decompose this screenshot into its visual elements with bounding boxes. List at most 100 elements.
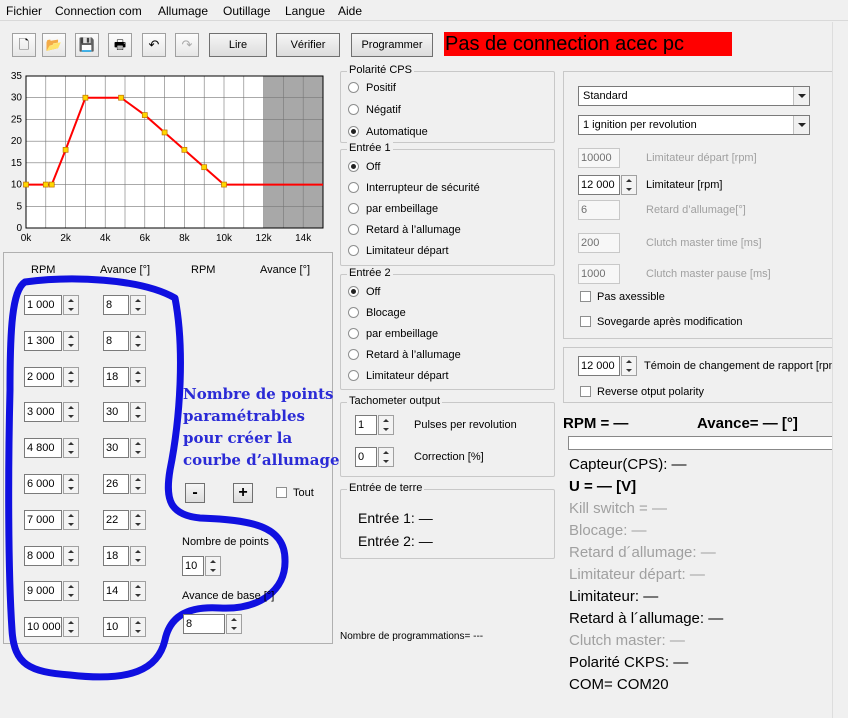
save-icon[interactable]: 💾	[75, 33, 99, 57]
radio-button[interactable]	[348, 126, 359, 137]
entree2-option[interactable]: Limitateur départ	[348, 370, 449, 382]
entree2-option[interactable]: Retard à l’allumage	[348, 349, 461, 361]
shift-value[interactable]: 12 000	[578, 356, 620, 376]
radio-button[interactable]	[348, 182, 359, 193]
stepper-arrows[interactable]	[378, 447, 394, 467]
radio-button[interactable]	[348, 307, 359, 318]
entree1-option[interactable]: par embeillage	[348, 203, 438, 215]
live-polarite-ckps: Polarité CKPS: —	[569, 654, 689, 671]
radio-button[interactable]	[348, 245, 359, 256]
radio-button[interactable]	[348, 328, 359, 339]
stepper-arrows[interactable]	[226, 614, 242, 634]
y-tick-label: 30	[11, 93, 23, 104]
radio-button[interactable]	[348, 82, 359, 93]
entree2-option-label: Retard à l’allumage	[366, 349, 461, 361]
polarite-option[interactable]: Positif	[348, 82, 396, 94]
entree2-option[interactable]: Blocage	[348, 307, 406, 319]
radio-button[interactable]	[348, 161, 359, 172]
entree1-option-label: Limitateur départ	[366, 245, 449, 257]
open-folder-icon[interactable]: 📂	[42, 33, 66, 57]
x-tick-label: 12k	[256, 233, 273, 244]
y-tick-label: 15	[11, 158, 23, 169]
ignition-select[interactable]: 1 ignition per revolution	[578, 115, 810, 135]
entree2-option[interactable]: Off	[348, 286, 380, 298]
menu-connection-com[interactable]: Connection com	[55, 4, 142, 18]
retard-field[interactable]: 6	[578, 200, 620, 220]
entree1-option[interactable]: Off	[348, 161, 380, 173]
checkbox-box[interactable]	[580, 386, 591, 397]
entree1-option[interactable]: Retard à l’allumage	[348, 224, 461, 236]
remove-point-button[interactable]: -	[185, 483, 205, 503]
rpm-progress-bar	[568, 436, 839, 450]
limit-depart-field[interactable]: 10000	[578, 148, 620, 168]
checkbox-box[interactable]	[580, 291, 591, 302]
limit-depart-label: Limitateur départ [rpm]	[646, 152, 757, 164]
tout-label: Tout	[293, 487, 314, 499]
add-point-button[interactable]: +	[233, 483, 253, 503]
clutch-pause-field[interactable]: 1000	[578, 264, 620, 284]
reverse-polarity-label: Reverse otput polarity	[597, 386, 704, 398]
stepper-arrows[interactable]	[378, 415, 394, 435]
radio-button[interactable]	[348, 349, 359, 360]
checkbox-box[interactable]	[276, 487, 287, 498]
menu-allumage[interactable]: Allumage	[158, 4, 208, 18]
limitateur-value[interactable]: 12 000	[578, 175, 620, 195]
mode-value: Standard	[583, 90, 628, 102]
menu-aide[interactable]: Aide	[338, 4, 362, 18]
undo-icon[interactable]: ↶	[142, 33, 166, 57]
radio-button[interactable]	[348, 224, 359, 235]
polarite-option[interactable]: Automatique	[348, 126, 428, 138]
sovegarde-label: Sovegarde après modification	[597, 316, 743, 328]
chevron-down-icon[interactable]	[793, 87, 809, 105]
radio-button[interactable]	[348, 104, 359, 115]
limitateur-label: Limitateur [rpm]	[646, 179, 723, 191]
entree1-option[interactable]: Interrupteur de sécurité	[348, 182, 480, 194]
pas-axessible-checkbox[interactable]: Pas axessible	[580, 291, 665, 303]
pulses-value[interactable]: 1	[355, 415, 377, 435]
curve-point	[62, 146, 69, 153]
stepper-arrows[interactable]	[205, 556, 221, 576]
programmer-button[interactable]: Programmer	[351, 33, 433, 57]
verifier-button[interactable]: Vérifier	[276, 33, 340, 57]
stepper-arrows[interactable]	[621, 356, 637, 376]
entree1-option-label: par embeillage	[366, 203, 439, 215]
reverse-polarity-checkbox[interactable]: Reverse otput polarity	[580, 386, 704, 398]
avance-base-value[interactable]: 8	[183, 614, 225, 634]
redo-icon[interactable]: ↷	[175, 33, 199, 57]
x-tick-label: 6k	[140, 233, 152, 244]
entree2-option[interactable]: par embeillage	[348, 328, 438, 340]
live-retard-allumage: Retard à l´allumage: —	[569, 610, 724, 627]
entree1-option-label: Retard à l’allumage	[366, 224, 461, 236]
entree1-option-label: Interrupteur de sécurité	[366, 182, 480, 194]
entree1-option[interactable]: Limitateur départ	[348, 245, 449, 257]
stepper-arrows[interactable]	[621, 175, 637, 195]
radio-button[interactable]	[348, 286, 359, 297]
sovegarde-checkbox[interactable]: Sovegarde après modification	[580, 316, 743, 328]
mode-select[interactable]: Standard	[578, 86, 810, 106]
correction-label: Correction [%]	[414, 451, 484, 463]
menu-langue[interactable]: Langue	[285, 4, 325, 18]
entree2-option-label: Off	[366, 286, 381, 298]
nombre-points-value[interactable]: 10	[182, 556, 204, 576]
chevron-down-icon[interactable]	[793, 116, 809, 134]
ignition-value: 1 ignition per revolution	[583, 119, 697, 131]
y-tick-label: 25	[11, 114, 23, 125]
connection-status-banner: Pas de connection acec pc	[444, 32, 732, 56]
polarite-option[interactable]: Négatif	[348, 104, 401, 116]
clutch-time-field[interactable]: 200	[578, 233, 620, 253]
radio-button[interactable]	[348, 370, 359, 381]
radio-button[interactable]	[348, 203, 359, 214]
pas-axessible-label: Pas axessible	[597, 291, 665, 303]
lire-button[interactable]: Lire	[209, 33, 267, 57]
polarite-option-label: Positif	[366, 82, 396, 94]
avance-base-label: Avance de base [°]	[182, 590, 275, 602]
tout-checkbox[interactable]: Tout	[276, 487, 314, 499]
vertical-scrollbar[interactable]	[832, 22, 848, 718]
menu-fichier[interactable]: Fichier	[6, 4, 42, 18]
new-file-icon[interactable]: 🗋	[12, 33, 36, 57]
correction-value[interactable]: 0	[355, 447, 377, 467]
print-icon[interactable]: 🖶	[108, 33, 132, 57]
curve-point	[181, 146, 188, 153]
checkbox-box[interactable]	[580, 316, 591, 327]
menu-outillage[interactable]: Outillage	[223, 4, 270, 18]
